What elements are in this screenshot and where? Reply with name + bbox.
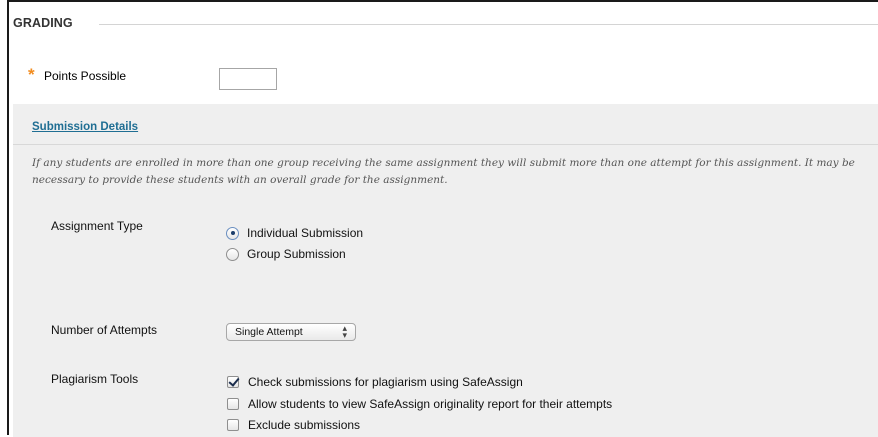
checkbox-label: Allow students to view SafeAssign origin… xyxy=(248,396,613,411)
checkbox-label: Check submissions for plagiarism using S… xyxy=(248,374,523,389)
section-title: GRADING xyxy=(13,16,81,30)
group-submission-note: If any students are enrolled in more tha… xyxy=(32,157,855,186)
checkbox-label: Exclude submissions xyxy=(248,417,361,432)
submission-details-panel: Submission Details If any students are e… xyxy=(13,104,878,437)
points-possible-row: * Points Possible xyxy=(28,65,428,90)
submission-details-link[interactable]: Submission Details xyxy=(32,121,138,133)
select-value: Single Attempt xyxy=(235,326,303,338)
checkbox[interactable] xyxy=(227,397,239,410)
checkbox-safeassign-check[interactable]: Check submissions for plagiarism using S… xyxy=(227,374,523,389)
points-possible-label: Points Possible xyxy=(44,69,127,83)
assignment-type-label: Assignment Type xyxy=(51,219,143,233)
radio-individual-submission[interactable]: Individual Submission xyxy=(226,225,363,241)
grading-section: GRADING * Points Possible Submission Det… xyxy=(7,0,878,437)
asterisk-icon: * xyxy=(28,65,35,84)
checkbox-exclude-submissions[interactable]: Exclude submissions xyxy=(227,417,360,432)
points-possible-input[interactable] xyxy=(219,68,277,90)
number-of-attempts-select[interactable]: Single Attempt ▴ ▾ xyxy=(226,323,356,341)
section-header: GRADING xyxy=(9,16,878,32)
checkbox[interactable] xyxy=(227,418,239,431)
radio-button-checked[interactable] xyxy=(226,226,239,240)
radio-label: Group Submission xyxy=(247,247,346,261)
up-down-arrows-icon: ▴ ▾ xyxy=(342,323,347,340)
section-divider xyxy=(99,24,878,25)
panel-header: Submission Details xyxy=(13,104,878,145)
radio-group-submission[interactable]: Group Submission xyxy=(226,246,346,262)
radio-label: Individual Submission xyxy=(247,226,364,240)
radio-button[interactable] xyxy=(226,247,239,261)
number-of-attempts-label: Number of Attempts xyxy=(51,323,158,337)
plagiarism-tools-label: Plagiarism Tools xyxy=(51,372,139,386)
checkbox-checked[interactable] xyxy=(227,375,239,388)
checkbox-view-originality-report[interactable]: Allow students to view SafeAssign origin… xyxy=(227,396,612,411)
